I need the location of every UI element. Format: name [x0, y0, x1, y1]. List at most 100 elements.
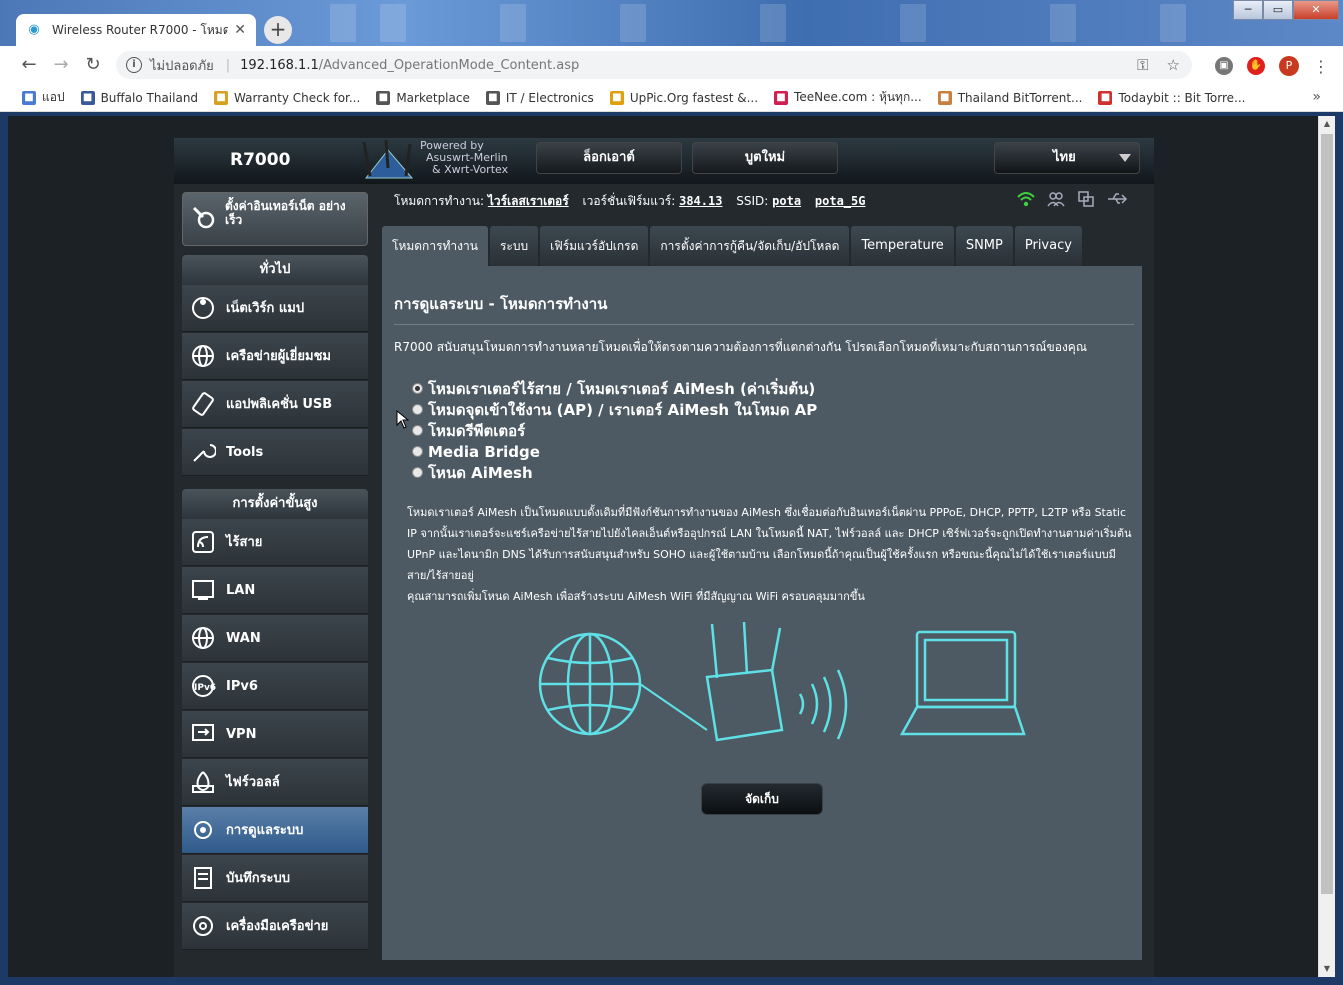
- tab-2[interactable]: เฟิร์มแวร์อัปเกรด: [540, 226, 649, 266]
- bookmarks-overflow-icon[interactable]: »: [1312, 89, 1321, 105]
- address-toolbar: ← → ↻ i ไม่ปลอดภัย | 192.168.1.1 /Advanc…: [0, 46, 1343, 84]
- forward-icon[interactable]: →: [50, 54, 72, 75]
- mode-description: โหมดเราเตอร์ AiMesh เป็นโหมดแบบดั้งเดิมท…: [407, 506, 1132, 603]
- quick-internet-setup-button[interactable]: ตั้งค่าอินเทอร์เน็ต อย่างเร็ว: [182, 192, 368, 246]
- bookmark-item[interactable]: ■ Warranty Check for...: [214, 90, 360, 105]
- clients-icon[interactable]: [1046, 190, 1066, 208]
- radio-button[interactable]: [412, 446, 423, 457]
- mode-option[interactable]: โหนด AiMesh: [412, 462, 817, 483]
- tab-6[interactable]: Privacy: [1014, 226, 1082, 266]
- mode-option[interactable]: โหมดจุดเข้าใช้งาน (AP) / เราเตอร์ AiMesh…: [412, 399, 817, 420]
- svg-text:IPv6: IPv6: [194, 683, 216, 693]
- network-tools-icon: [193, 916, 213, 936]
- bookmark-item[interactable]: ■ Thailand BitTorrent...: [937, 90, 1082, 105]
- tab-4[interactable]: Temperature: [851, 226, 954, 266]
- page-description: R7000 สนับสนุนโหมดการทำงานหลายโหมดเพื่อใ…: [394, 340, 1087, 354]
- globe-icon: [192, 627, 214, 649]
- bookmark-favicon-icon: ■: [485, 90, 500, 105]
- bookmark-item[interactable]: ■ UpPic.Org fastest &...: [609, 90, 758, 105]
- mode-options: โหมดเราเตอร์ไร้สาย / โหมดเราเตอร์ AiMesh…: [412, 378, 817, 483]
- wireless-icon: [192, 531, 214, 553]
- extension-icon[interactable]: ▣: [1215, 57, 1233, 75]
- language-select[interactable]: ไทย: [994, 142, 1140, 174]
- bookmark-item[interactable]: ■ Todaybit :: Bit Torre...: [1098, 90, 1245, 105]
- key-icon[interactable]: ⚿: [1137, 56, 1148, 74]
- sidebar-item-wireless[interactable]: ไร้สาย: [182, 519, 368, 566]
- sidebar-item-firewall[interactable]: ไฟร์วอลล์: [182, 759, 368, 806]
- usb-icon[interactable]: [1106, 190, 1128, 208]
- firewall-icon: [192, 771, 214, 793]
- url-bar[interactable]: i ไม่ปลอดภัย | 192.168.1.1 /Advanced_Ope…: [116, 51, 1192, 79]
- radio-button[interactable]: [412, 425, 423, 436]
- browser-menu-icon[interactable]: ⋮: [1313, 57, 1329, 76]
- ssid-1[interactable]: pota: [772, 194, 801, 208]
- network-map-icon: [192, 297, 214, 319]
- admin-icon: [194, 821, 212, 839]
- reboot-button[interactable]: บูตใหม่: [692, 142, 838, 174]
- sidebar-item-wrench[interactable]: Tools: [182, 429, 368, 476]
- sidebar-item-syslog[interactable]: บันทึกระบบ: [182, 855, 368, 902]
- logout-button[interactable]: ล็อกเอาต์: [536, 142, 682, 174]
- admin-tabs: โหมดการทำงาน ระบบ เฟิร์มแวร์อัปเกรด การตั้ง…: [382, 226, 1082, 266]
- sidebar-item-network-map[interactable]: เน็ตเวิร์ก แมป: [182, 285, 368, 332]
- bookmark-star-icon[interactable]: ☆: [1167, 56, 1180, 74]
- bookmark-item[interactable]: ■ แอป: [22, 88, 65, 107]
- tab-1[interactable]: ระบบ: [489, 226, 539, 266]
- op-mode-link[interactable]: ไวร์เลสเราเตอร์: [488, 194, 569, 208]
- reload-icon[interactable]: ↻: [82, 54, 104, 75]
- close-tab-icon[interactable]: ✕: [234, 22, 246, 38]
- scroll-up-icon[interactable]: ▲: [1319, 116, 1335, 132]
- bookmark-item[interactable]: ■ IT / Electronics: [485, 90, 594, 105]
- sidebar-item-network-tools[interactable]: เครื่องมือเครือข่าย: [182, 903, 368, 950]
- scroll-thumb[interactable]: [1321, 134, 1333, 894]
- tab-5[interactable]: SNMP: [955, 226, 1013, 266]
- syslog-icon: [194, 867, 212, 889]
- minimize-button[interactable]: ─: [1233, 0, 1263, 20]
- mode-option[interactable]: Media Bridge: [412, 441, 817, 462]
- radio-button[interactable]: [412, 383, 423, 394]
- bookmark-item[interactable]: ■ Marketplace: [376, 90, 470, 105]
- general-section-head: ทั่วไป: [182, 255, 368, 285]
- sidebar-item-admin[interactable]: การดูแลระบบ: [182, 807, 368, 854]
- powered-by: Powered by Asuswrt-Merlin & Xwrt-Vortex: [420, 139, 509, 176]
- mode-option[interactable]: โหมดรีพีตเตอร์: [412, 420, 817, 441]
- router-favicon-icon: ◉: [28, 22, 40, 37]
- router-header: R7000 Powered by Asuswrt-Merlin & Xwrt-V…: [174, 138, 1154, 184]
- mode-option[interactable]: โหมดเราเตอร์ไร้สาย / โหมดเราเตอร์ AiMesh…: [412, 378, 817, 399]
- bookmark-favicon-icon: ■: [609, 90, 624, 105]
- close-window-button[interactable]: ✕: [1293, 0, 1339, 20]
- save-button[interactable]: จัดเก็บ: [701, 783, 823, 815]
- bookmark-item[interactable]: ■ Buffalo Thailand: [80, 90, 198, 105]
- usb-device-icon[interactable]: [1076, 190, 1096, 208]
- adblock-icon[interactable]: ✋: [1247, 57, 1265, 75]
- firmware-link[interactable]: 384.13: [679, 194, 722, 208]
- sidebar-item-ipv6[interactable]: IPv6 IPv6: [182, 663, 368, 710]
- radio-button[interactable]: [412, 467, 423, 478]
- status-bar: โหมดการทำงาน: ไวร์เลสเราเตอร์ เวอร์ชั่นเ…: [394, 190, 1144, 210]
- url-path: /Advanced_OperationMode_Content.asp: [318, 57, 580, 73]
- bookmark-item[interactable]: ■ TeeNee.com : หุ้นทุก...: [774, 88, 922, 107]
- sidebar-item-guest-network[interactable]: เครือข่ายผู้เยี่ยมชม: [182, 333, 368, 380]
- scroll-down-icon[interactable]: ▼: [1319, 961, 1335, 977]
- router-ui: R7000 Powered by Asuswrt-Merlin & Xwrt-V…: [174, 138, 1154, 977]
- tab-3[interactable]: การตั้งค่าการกู้คืน/จัดเก็บ/อัปโหลด: [650, 226, 850, 266]
- back-icon[interactable]: ←: [18, 54, 40, 75]
- bookmark-favicon-icon: ■: [214, 90, 229, 105]
- maximize-button[interactable]: ▭: [1263, 0, 1293, 20]
- sidebar-item-vpn[interactable]: VPN: [182, 711, 368, 758]
- sidebar-item-lan[interactable]: LAN: [182, 567, 368, 614]
- new-tab-button[interactable]: +: [264, 16, 292, 44]
- sidebar-item-globe[interactable]: WAN: [182, 615, 368, 662]
- content-panel: การดูแลระบบ - โหมดการทำงาน R7000 สนับสนุ…: [382, 266, 1142, 960]
- browser-tab[interactable]: ◉ Wireless Router R7000 - โหมดการ ✕: [16, 14, 256, 46]
- profile-avatar[interactable]: P: [1279, 56, 1299, 76]
- ssid-2[interactable]: pota_5G: [815, 194, 866, 208]
- radio-button[interactable]: [412, 404, 423, 415]
- sidebar-item-usb[interactable]: แอปพลิเคชั่น USB: [182, 381, 368, 428]
- usb-icon: [192, 392, 214, 416]
- page-scrollbar[interactable]: ▲ ▼: [1318, 116, 1335, 977]
- wifi-status-icon[interactable]: [1016, 190, 1036, 208]
- router-logo-icon: [362, 139, 414, 179]
- info-icon[interactable]: i: [126, 57, 142, 73]
- tab-0[interactable]: โหมดการทำงาน: [382, 226, 488, 266]
